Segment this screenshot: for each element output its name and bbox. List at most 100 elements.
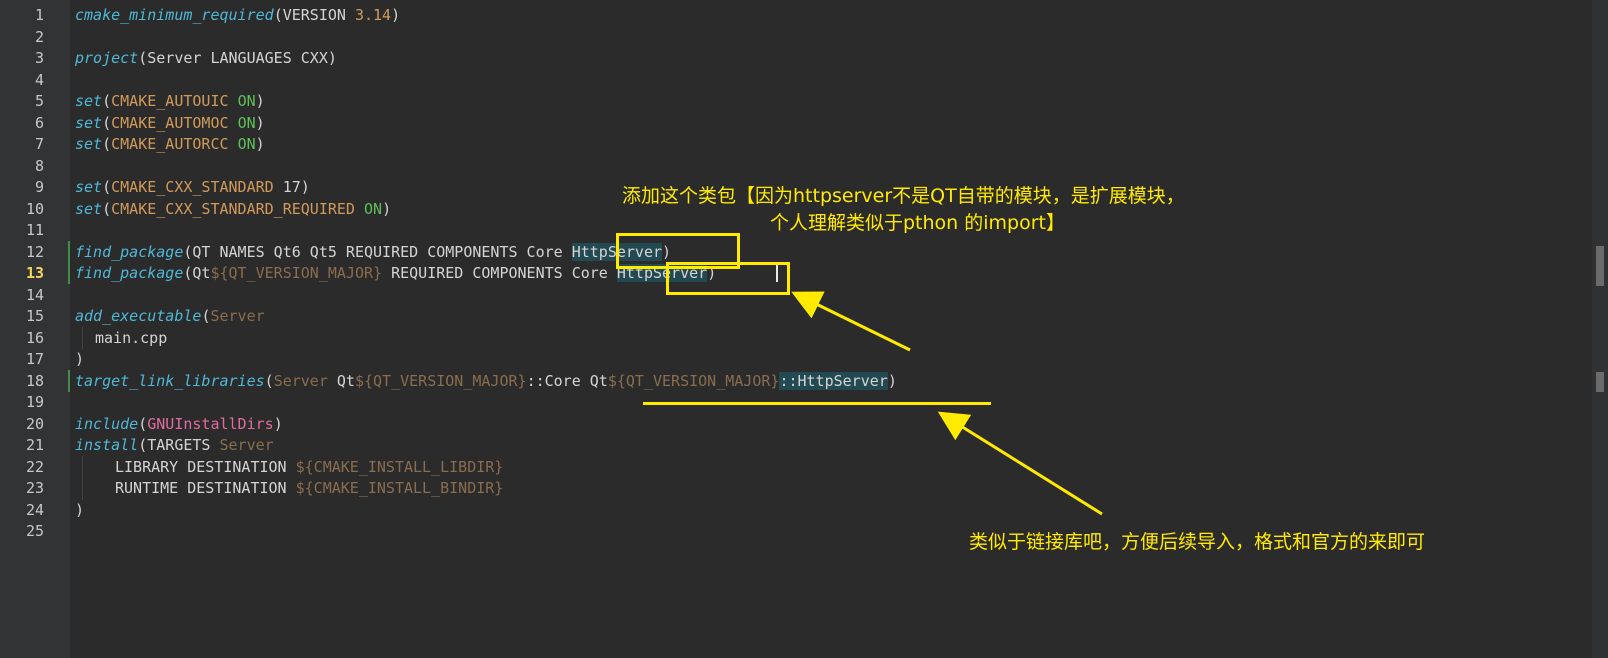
line-number-current: 13 [25, 264, 44, 282]
code-token: ( [102, 200, 112, 218]
code-token: include [75, 415, 139, 433]
code-text-area[interactable] [70, 0, 1592, 658]
highlighted-token: ::HttpServer [779, 372, 888, 390]
line-number: 11 [25, 221, 44, 239]
code-token: ( [138, 415, 148, 433]
line-number: 21 [25, 436, 44, 454]
annotation-text-bottom: 类似于链接库吧，方便后续导入，格式和官方的来即可 [969, 531, 1426, 553]
annotation-text-top-2: 个人理解类似于pthon 的import】 [770, 212, 1065, 234]
line-number: 22 [25, 458, 44, 476]
code-token: CMAKE_CXX_STANDARD_REQUIRED [111, 200, 355, 218]
line-number: 18 [25, 372, 44, 390]
code-token: project [75, 49, 139, 67]
code-token: LIBRARY DESTINATION [115, 458, 296, 476]
code-line-12[interactable]: find_package(QT NAMES Qt6 Qt5 REQUIRED C… [75, 241, 671, 263]
code-token: Qt [327, 372, 355, 390]
code-token: ON [237, 114, 256, 132]
code-token: add_executable [75, 307, 202, 325]
code-token: ) [255, 135, 265, 153]
line-number: 9 [34, 178, 44, 196]
code-token: ${QT_VERSION_MAJOR} [210, 264, 383, 282]
code-token: cmake_minimum_required [75, 6, 274, 24]
code-line-20[interactable]: include(GNUInstallDirs) [75, 413, 283, 435]
line-number-gutter[interactable]: 1 2 3 4 5 6 7 8 9 10 11 12 13 14 15 16 1… [0, 0, 70, 658]
code-token: target_link_libraries [75, 372, 265, 390]
code-token: ) [887, 372, 897, 390]
code-token: CMAKE_AUTORCC [111, 135, 229, 153]
code-token: (QT NAMES Qt6 Qt5 REQUIRED COMPONENTS Co… [183, 243, 572, 261]
code-editor[interactable]: 1 2 3 4 5 6 7 8 9 10 11 12 13 14 15 16 1… [0, 0, 1608, 658]
code-token: 17 [282, 178, 301, 196]
line-number: 20 [25, 415, 44, 433]
code-token: ::Core Qt [526, 372, 608, 390]
code-token: ( [264, 372, 274, 390]
line-number: 17 [25, 350, 44, 368]
code-line-7[interactable]: set(CMAKE_AUTORCC ON) [75, 133, 265, 155]
code-token: ( [102, 178, 112, 196]
scrollbar-thumb[interactable] [1596, 246, 1604, 286]
line-number: 19 [25, 393, 44, 411]
line-number: 8 [34, 157, 44, 175]
code-token: (Server LANGUAGES CXX) [138, 49, 337, 67]
annotation-box-line13 [666, 262, 790, 295]
code-token: ON [364, 200, 383, 218]
code-token: set [75, 200, 103, 218]
code-token: ) [75, 350, 85, 368]
code-token: (VERSION [273, 6, 355, 24]
line-number: 12 [25, 243, 44, 261]
code-line-21[interactable]: install(TARGETS Server [75, 434, 274, 456]
code-token: Server [210, 307, 265, 325]
code-token: ) [75, 501, 85, 519]
code-line-15[interactable]: add_executable(Server [75, 305, 265, 327]
vertical-scrollbar[interactable] [1592, 0, 1608, 658]
code-token: set [75, 92, 103, 110]
code-line-24[interactable]: ) [75, 499, 84, 521]
code-token: Server [273, 372, 328, 390]
scrollbar-marker [1596, 372, 1604, 392]
line-number: 7 [34, 135, 44, 153]
code-token: (TARGETS [138, 436, 220, 454]
indent-guide [82, 456, 83, 500]
code-token: (Qt [183, 264, 211, 282]
code-line-17[interactable]: ) [75, 348, 84, 370]
code-token: ) [273, 415, 283, 433]
line-number: 23 [25, 479, 44, 497]
code-line-18[interactable]: target_link_libraries(Server Qt${QT_VERS… [75, 370, 897, 392]
code-token: ON [237, 92, 256, 110]
code-token: Server [219, 436, 274, 454]
code-token: set [75, 135, 103, 153]
code-line-10[interactable]: set(CMAKE_CXX_STANDARD_REQUIRED ON) [75, 198, 391, 220]
code-token: 3.14 [354, 6, 392, 24]
line-number: 6 [34, 114, 44, 132]
code-token: main.cpp [95, 329, 168, 347]
code-line-22[interactable]: LIBRARY DESTINATION ${CMAKE_INSTALL_LIBD… [115, 456, 503, 478]
code-token: ( [102, 114, 112, 132]
code-line-5[interactable]: set(CMAKE_AUTOUIC ON) [75, 90, 265, 112]
code-token: ) [391, 6, 401, 24]
code-line-6[interactable]: set(CMAKE_AUTOMOC ON) [75, 112, 265, 134]
code-token: GNUInstallDirs [147, 415, 274, 433]
code-token: ( [102, 135, 112, 153]
code-token: ${QT_VERSION_MAJOR} [354, 372, 527, 390]
line-number: 15 [25, 307, 44, 325]
code-token: ) [300, 178, 310, 196]
code-token: ${QT_VERSION_MAJOR} [607, 372, 780, 390]
code-line-1[interactable]: cmake_minimum_required(VERSION 3.14) [75, 4, 400, 26]
code-token: CMAKE_AUTOUIC [111, 92, 229, 110]
code-token: set [75, 178, 103, 196]
code-token: ( [102, 92, 112, 110]
annotation-underline-line18 [643, 402, 991, 405]
code-line-16[interactable]: main.cpp [95, 327, 167, 349]
code-line-3[interactable]: project(Server LANGUAGES CXX) [75, 47, 337, 69]
code-token: CMAKE_CXX_STANDARD [111, 178, 274, 196]
code-token: ) [255, 114, 265, 132]
code-line-23[interactable]: RUNTIME DESTINATION ${CMAKE_INSTALL_BIND… [115, 477, 503, 499]
indent-guide [82, 327, 83, 349]
code-token: set [75, 114, 103, 132]
code-token: ) [255, 92, 265, 110]
code-token: find_package [75, 264, 184, 282]
line-number: 24 [25, 501, 44, 519]
code-line-9[interactable]: set(CMAKE_CXX_STANDARD 17) [75, 176, 310, 198]
line-number: 2 [34, 28, 44, 46]
code-token: install [75, 436, 139, 454]
